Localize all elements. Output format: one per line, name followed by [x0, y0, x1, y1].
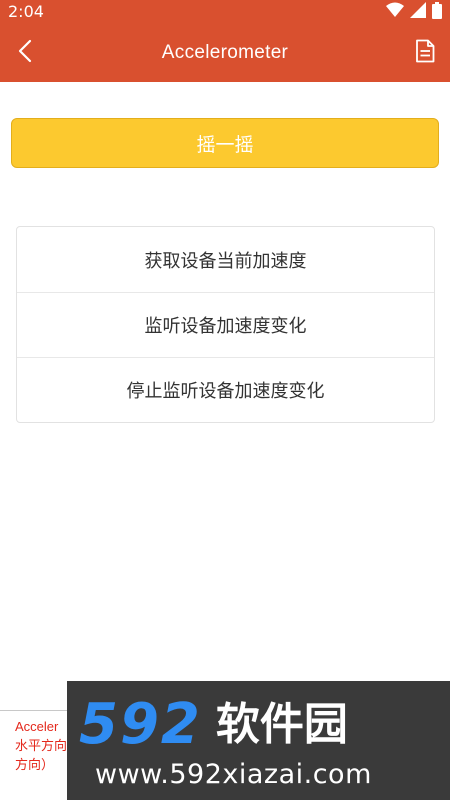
- wifi-icon: [386, 2, 404, 22]
- watermark-number: 592: [79, 692, 202, 757]
- document-icon: [415, 39, 435, 67]
- log-text: Acceler 水平方向 方向）: [15, 717, 70, 774]
- app-bar: Accelerometer: [0, 24, 450, 82]
- get-acceleration-button[interactable]: 获取设备当前加速度: [17, 227, 434, 292]
- watermark-banner: 592 软件园 www.592xiazai.com: [67, 681, 450, 800]
- chevron-left-icon: [18, 39, 32, 67]
- battery-icon: [432, 1, 442, 23]
- back-button[interactable]: [8, 36, 42, 70]
- page-title: Accelerometer: [161, 42, 289, 63]
- watermark-logo: 592 软件园: [79, 695, 348, 755]
- document-button[interactable]: [410, 38, 440, 68]
- action-list: 获取设备当前加速度 监听设备加速度变化 停止监听设备加速度变化: [16, 226, 435, 423]
- watermark-url: www.592xiazai.com: [95, 759, 372, 790]
- signal-icon: [410, 2, 426, 22]
- watch-acceleration-button[interactable]: 监听设备加速度变化: [17, 292, 434, 357]
- log-line: 水平方向: [15, 738, 68, 753]
- watermark-brand: 软件园: [215, 699, 348, 750]
- log-line: Acceler: [15, 719, 59, 734]
- shake-button[interactable]: 摇一摇: [11, 118, 439, 168]
- status-icons: [386, 1, 442, 23]
- log-output: Acceler 水平方向 方向）: [0, 710, 70, 800]
- log-line: 方向）: [15, 757, 55, 772]
- stop-watch-acceleration-button[interactable]: 停止监听设备加速度变化: [17, 357, 434, 422]
- status-bar: 2:04: [0, 0, 450, 24]
- status-time: 2:04: [8, 2, 44, 21]
